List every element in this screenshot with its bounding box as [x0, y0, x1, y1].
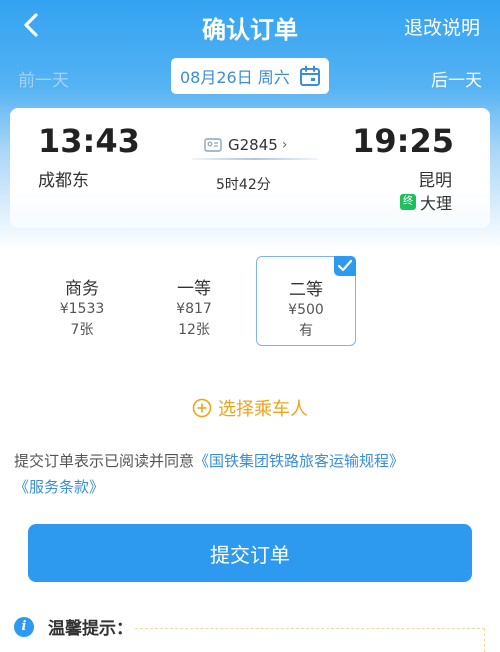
arrival-time: 19:25 [352, 122, 454, 160]
date-label: 08月26日 周六 [180, 68, 290, 87]
seat-price: ¥1533 [59, 301, 105, 317]
departure-station: 成都东 [38, 171, 89, 191]
travel-duration: 5时42分 [216, 177, 271, 193]
seat-price: ¥500 [288, 302, 324, 318]
train-number: G2845 [228, 136, 278, 154]
tips-header: i 温馨提示： [14, 614, 133, 639]
seat-availability: 12张 [178, 322, 210, 338]
seat-name: 一等 [177, 279, 211, 299]
submit-order-button[interactable]: 提交订单 [28, 524, 472, 582]
train-info: G2845 › 5时42分 [192, 136, 318, 196]
seat-name: 二等 [289, 280, 323, 300]
departure-time: 13:43 [38, 122, 140, 160]
tips-box-border [135, 628, 485, 652]
agreement-prefix: 提交订单表示已阅读并同意 [14, 452, 195, 470]
nav-bar: 确认订单 退改说明 [0, 0, 500, 52]
chevron-left-icon [24, 13, 38, 37]
selected-check [334, 256, 356, 276]
ticket-icon [204, 138, 222, 152]
tips-title: 温馨提示： [48, 619, 133, 639]
seat-name: 商务 [65, 279, 99, 299]
choose-passenger-button[interactable]: 选择乘车人 [0, 394, 500, 422]
date-picker[interactable]: 08月26日 周六 [171, 58, 329, 94]
seat-price: ¥817 [176, 301, 212, 317]
agreement-text: 提交订单表示已阅读并同意《国铁集团铁路旅客运输规程》《服务条款》 [14, 448, 484, 500]
terms-link[interactable]: 《服务条款》 [14, 478, 104, 496]
seat-option-business[interactable]: 商务 ¥1533 7张 [32, 256, 132, 346]
calendar-icon [300, 65, 320, 86]
chevron-right-icon: › [281, 137, 288, 153]
seat-availability: 7张 [70, 322, 94, 338]
seat-option-second-class[interactable]: 二等 ¥500 有 [256, 256, 356, 346]
next-day-button[interactable]: 后一天 [431, 66, 482, 91]
seat-availability: 有 [299, 323, 313, 339]
plus-circle-icon [192, 398, 212, 418]
choose-passenger-label: 选择乘车人 [218, 399, 308, 420]
seat-option-first-class[interactable]: 一等 ¥817 12张 [144, 256, 244, 346]
arrival-station: 昆明 [418, 171, 452, 191]
prev-day-button[interactable]: 前一天 [18, 66, 69, 91]
terminal-station-row: 终 大理 [399, 190, 452, 214]
info-icon: i [14, 616, 34, 637]
check-icon [337, 259, 353, 272]
rules-link[interactable]: 《国铁集团铁路旅客运输规程》 [194, 452, 404, 470]
seat-selector: 商务 ¥1533 7张 一等 ¥817 12张 二等 ¥500 有 [0, 256, 500, 348]
refund-policy-link[interactable]: 退改说明 [404, 13, 480, 40]
terminal-station: 大理 [419, 194, 452, 213]
back-button[interactable] [16, 8, 50, 42]
date-switcher: 前一天 08月26日 周六 后一天 [0, 56, 500, 96]
terminal-badge: 终 [399, 194, 416, 210]
trip-card: 13:43 成都东 G2845 › 5时42分 19:25 昆明 终 大理 [10, 108, 490, 228]
route-line [192, 158, 318, 160]
train-number-link[interactable]: G2845 › [204, 136, 287, 154]
